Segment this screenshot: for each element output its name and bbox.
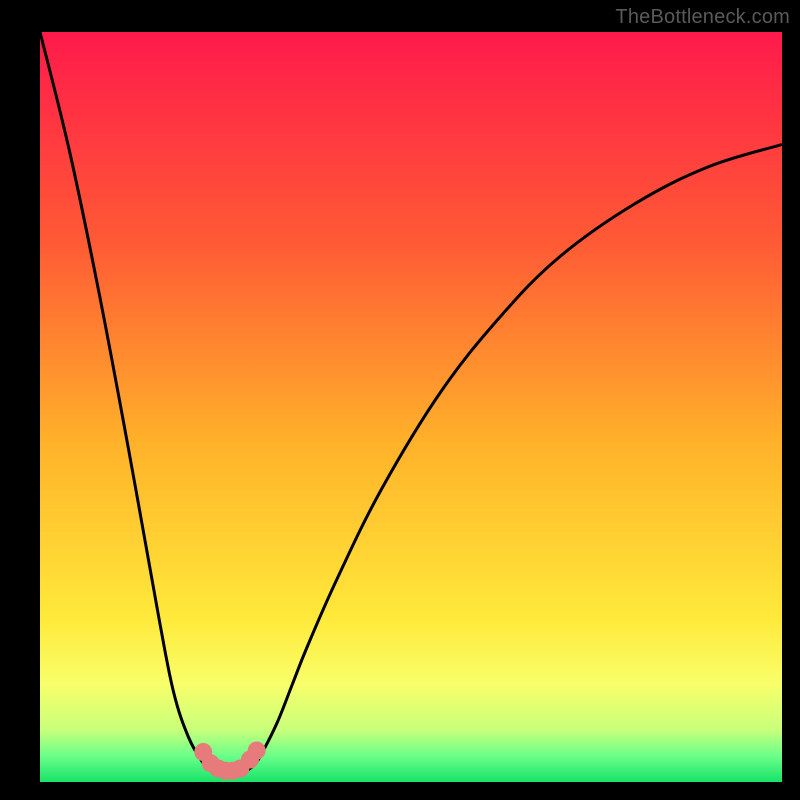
gradient-background bbox=[40, 32, 782, 782]
cluster-marker bbox=[248, 742, 266, 760]
chart-stage: TheBottleneck.com bbox=[0, 0, 800, 800]
bottleneck-chart bbox=[0, 0, 800, 800]
